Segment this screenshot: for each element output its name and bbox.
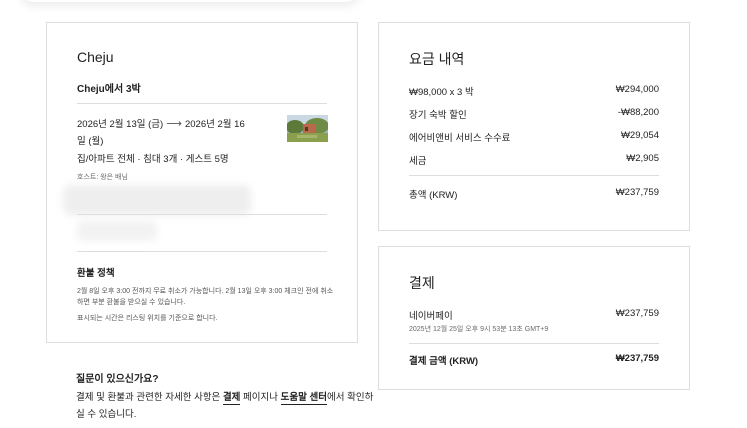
arrow-right-icon: ⟶	[166, 118, 182, 130]
home-type: 집/아파트 전체 · 침대 3개 · 게스트 5명	[77, 154, 229, 165]
divider	[77, 103, 327, 104]
payment-date: 2025년 12월 25일 오후 9시 53분 13초 GMT+9	[409, 326, 549, 333]
trip-city: Cheju	[77, 49, 114, 65]
faq-text-middle: 페이지나	[240, 392, 281, 403]
refund-policy-note: 표시되는 시간은 리스팅 위치를 기준으로 합니다.	[77, 315, 218, 322]
price-details-heading: 요금 내역	[409, 51, 465, 67]
trip-title: Cheju에서 3박	[77, 84, 141, 95]
price-row-value: ₩2,905	[626, 153, 659, 164]
payment-amount: ₩237,759	[615, 308, 659, 319]
payment-method: 네이버페이	[409, 311, 453, 322]
faq-text-before: 결제 및 환불과 관련한 자세한 사항은	[76, 392, 223, 403]
price-row-label: 세금	[409, 156, 427, 167]
divider	[77, 251, 327, 252]
blurred-content	[77, 221, 157, 241]
host-name: 호스트: 왕은 배님	[77, 174, 128, 181]
payment-total-label: 결제 금액 (KRW)	[409, 356, 479, 367]
payment-total-value: ₩237,759	[615, 353, 659, 364]
price-total-value: ₩237,759	[615, 187, 659, 198]
payment-heading: 결제	[409, 275, 435, 291]
price-details-card: 요금 내역 ₩98,000 x 3 박 ₩294,000 장기 숙박 할인 -₩…	[378, 22, 690, 231]
trip-summary-card: Cheju Cheju에서 3박 2026년 2월 13일 (금) ⟶ 2026년 …	[46, 22, 358, 343]
divider	[77, 214, 327, 215]
price-row-label: ₩98,000 x 3 박	[409, 87, 474, 98]
price-row-label: 장기 숙박 할인	[409, 110, 467, 121]
blurred-content	[63, 185, 251, 215]
checkout-date-line1: 2026년 2월 16	[184, 119, 245, 130]
faq-text: 결제 및 환불과 관련한 자세한 사항은 결제 페이지나 도움말 센터에서 확인…	[76, 389, 376, 423]
faq-title: 질문이 있으신가요?	[76, 374, 159, 385]
payment-card: 결제 네이버페이 ₩237,759 2025년 12월 25일 오후 9시 53…	[378, 246, 690, 390]
payments-link[interactable]: 결제	[222, 392, 241, 405]
price-row-label: 에어비앤비 서비스 수수료	[409, 133, 511, 144]
divider	[409, 343, 659, 344]
listing-thumbnail[interactable]	[287, 115, 328, 142]
refund-policy-title: 환불 정책	[77, 268, 115, 279]
trip-dates: 2026년 2월 13일 (금) ⟶ 2026년 2월 16 일 (월)	[77, 116, 267, 150]
price-row-value: -₩88,200	[617, 107, 659, 118]
price-total-label: 총액 (KRW)	[409, 190, 458, 201]
refund-policy-text: 2월 8일 오후 3:00 전까지 무료 취소가 가능합니다. 2월 13일 오…	[77, 288, 334, 306]
price-row-value: ₩29,054	[620, 130, 659, 141]
help-center-link[interactable]: 도움말 센터	[280, 392, 328, 405]
faq-section: 질문이 있으신가요? 결제 및 환불과 관련한 자세한 사항은 결제 페이지나 …	[76, 370, 376, 423]
divider	[409, 175, 659, 176]
price-row-value: ₩294,000	[615, 84, 659, 95]
checkout-date-line2: 일 (월)	[77, 136, 104, 147]
top-card-shadow	[20, 0, 360, 2]
checkin-date: 2026년 2월 13일 (금)	[77, 119, 164, 130]
